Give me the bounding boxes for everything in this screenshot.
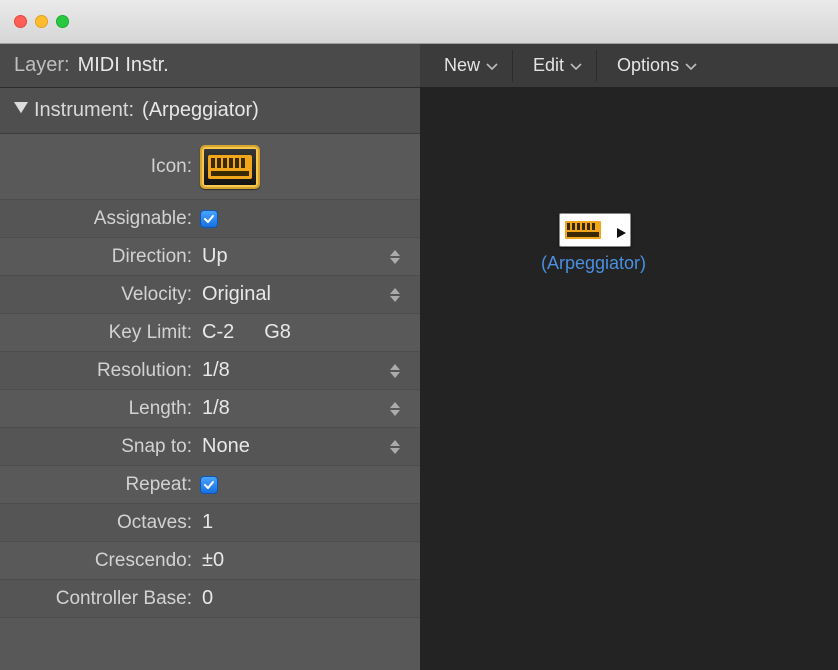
minimize-window-button[interactable] [35, 15, 48, 28]
stepper-icon[interactable] [390, 285, 402, 305]
snap-to-row: Snap to: None [0, 428, 420, 466]
assignable-row: Assignable: [0, 200, 420, 238]
inspector-rows: Icon: Assignable: [0, 134, 420, 618]
crescendo-value-field[interactable]: ±0 [200, 542, 420, 579]
keyboard-icon [565, 221, 601, 239]
octaves-value-field[interactable]: 1 [200, 504, 420, 541]
controller-base-row: Controller Base: 0 [0, 580, 420, 618]
octaves-label: Octaves: [0, 512, 200, 534]
stepper-icon[interactable] [390, 361, 402, 381]
disclosure-triangle-icon [14, 99, 28, 122]
resolution-label: Resolution: [0, 360, 200, 382]
snap-to-label: Snap to: [0, 436, 200, 458]
velocity-label: Velocity: [0, 284, 200, 306]
environment-canvas[interactable]: (Arpeggiator) [420, 88, 838, 670]
assignable-checkbox[interactable] [200, 210, 218, 228]
instrument-icon-well[interactable] [200, 145, 260, 189]
layer-header[interactable]: Layer: MIDI Instr. [0, 44, 420, 88]
window-titlebar [0, 0, 838, 44]
direction-value-field[interactable]: Up [200, 238, 420, 275]
stepper-icon[interactable] [390, 437, 402, 457]
octaves-row: Octaves: 1 [0, 504, 420, 542]
chevron-down-icon [570, 55, 582, 76]
icon-row: Icon: [0, 134, 420, 200]
stepper-icon[interactable] [390, 399, 402, 419]
icon-label: Icon: [0, 156, 200, 178]
repeat-row: Repeat: [0, 466, 420, 504]
layer-value: MIDI Instr. [78, 54, 169, 77]
instrument-section-header[interactable]: Instrument: (Arpeggiator) [0, 88, 420, 134]
arpeggiator-object[interactable]: (Arpeggiator) [555, 213, 635, 274]
instrument-name: (Arpeggiator) [142, 99, 259, 122]
crescendo-label: Crescendo: [0, 550, 200, 572]
velocity-value-field[interactable]: Original [200, 276, 420, 313]
new-menu-button[interactable]: New [430, 50, 513, 82]
output-arrow-icon [617, 225, 627, 235]
resolution-value-field[interactable]: 1/8 [200, 352, 420, 389]
arpeggiator-object-label: (Arpeggiator) [541, 253, 635, 274]
length-row: Length: 1/8 [0, 390, 420, 428]
direction-label: Direction: [0, 246, 200, 268]
options-menu-button[interactable]: Options [603, 50, 711, 82]
stepper-icon[interactable] [390, 247, 402, 267]
length-label: Length: [0, 398, 200, 420]
environment-canvas-panel: New Edit Options [420, 44, 838, 670]
length-value-field[interactable]: 1/8 [200, 390, 420, 427]
assignable-label: Assignable: [0, 208, 200, 230]
layer-label: Layer: [14, 54, 70, 77]
canvas-toolbar: New Edit Options [420, 44, 838, 88]
chevron-down-icon [486, 55, 498, 76]
controller-base-label: Controller Base: [0, 588, 200, 610]
controller-base-value-field[interactable]: 0 [200, 580, 420, 617]
repeat-label: Repeat: [0, 474, 200, 496]
key-limit-low-field[interactable]: C-2 [200, 321, 234, 344]
resolution-row: Resolution: 1/8 [0, 352, 420, 390]
key-limit-high-field[interactable]: G8 [262, 321, 291, 344]
chevron-down-icon [685, 55, 697, 76]
direction-row: Direction: Up [0, 238, 420, 276]
edit-menu-button[interactable]: Edit [519, 50, 597, 82]
zoom-window-button[interactable] [56, 15, 69, 28]
repeat-checkbox[interactable] [200, 476, 218, 494]
inspector-panel: Layer: MIDI Instr. Instrument: (Arpeggia… [0, 44, 420, 670]
velocity-row: Velocity: Original [0, 276, 420, 314]
key-limit-row: Key Limit: C-2 G8 [0, 314, 420, 352]
instrument-label: Instrument: [34, 99, 134, 122]
key-limit-label: Key Limit: [0, 322, 200, 344]
arpeggiator-object-icon [559, 213, 631, 247]
crescendo-row: Crescendo: ±0 [0, 542, 420, 580]
snap-to-value-field[interactable]: None [200, 428, 420, 465]
close-window-button[interactable] [14, 15, 27, 28]
